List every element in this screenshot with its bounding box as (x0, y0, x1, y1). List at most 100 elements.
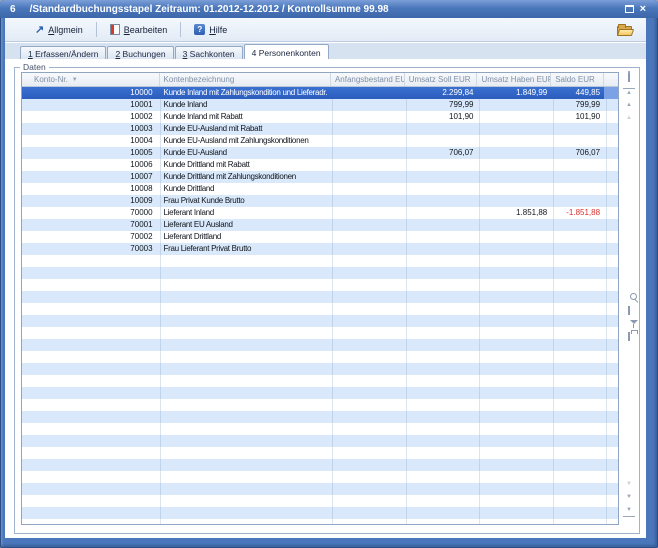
cell-anfangsbestand (331, 207, 405, 219)
cell-saldo (551, 219, 604, 231)
grid-window-icon (628, 71, 630, 82)
print-icon (628, 332, 630, 341)
scroll-prev-page-button[interactable]: ▲ (623, 114, 635, 125)
cell-umsatz-soll (405, 231, 478, 243)
column-header-kontenbezeichnung[interactable]: Kontenbezeichnung (160, 73, 331, 86)
column-header-saldo[interactable]: Saldo EUR (551, 73, 604, 86)
cell-filler (604, 99, 618, 111)
hilfe-label: Hilfe (209, 25, 227, 35)
cell-anfangsbestand (331, 243, 405, 255)
table-row[interactable]: 10005Kunde EU-Ausland 706,07 706,07 (22, 147, 618, 159)
cell-filler (604, 231, 618, 243)
restore-icon[interactable] (625, 5, 634, 13)
cell-umsatz-haben (477, 135, 551, 147)
app-window: 6 /Standardbuchungsstapel Zeitraum: 01.2… (0, 0, 658, 548)
toolbar-separator (180, 22, 181, 37)
cell-umsatz-haben (477, 123, 551, 135)
cell-saldo (551, 159, 604, 171)
allgemein-label: Allgmein (48, 25, 83, 35)
table-row[interactable]: 10007Kunde Drittland mit Zahlungskonditi… (22, 171, 618, 183)
cell-anfangsbestand (331, 123, 405, 135)
cell-umsatz-soll (405, 159, 478, 171)
table-row[interactable]: 10000Kunde Inland mit Zahlungskondition … (22, 87, 618, 99)
sort-desc-icon[interactable]: ▼ (72, 77, 78, 83)
tab-personenkonten[interactable]: 4 Personenkonten (244, 44, 329, 59)
table-row[interactable]: 10009Frau Privat Kunde Brutto (22, 195, 618, 207)
groupbox-label: Daten (20, 62, 49, 72)
table-view-button[interactable] (623, 306, 635, 317)
cell-konto-nr: 70001 (22, 219, 160, 231)
scroll-next-page-button[interactable]: ▼ (623, 480, 635, 491)
table-row[interactable]: 70003Frau Lieferant Privat Brutto (22, 243, 618, 255)
cell-filler (604, 159, 618, 171)
cell-umsatz-soll: 706,07 (405, 147, 478, 159)
print-button[interactable] (623, 332, 635, 343)
cell-anfangsbestand (331, 135, 405, 147)
cell-kontenbezeichnung: Kunde EU-Ausland (160, 147, 331, 159)
table-row[interactable]: 10001Kunde Inland799,99799,99 (22, 99, 618, 111)
table-header: Konto-Nr. ▼ Kontenbezeichnung Anfangsbes… (22, 73, 618, 87)
cell-umsatz-haben (477, 195, 551, 207)
cell-saldo: -1.851,88 (551, 207, 604, 219)
filter-button[interactable] (623, 319, 635, 330)
cell-anfangsbestand (331, 87, 405, 99)
table-row[interactable]: 10008Kunde Drittland (22, 183, 618, 195)
cell-filler (604, 207, 618, 219)
cell-saldo (551, 231, 604, 243)
cell-saldo (551, 243, 604, 255)
search-button[interactable] (623, 293, 635, 304)
tab-buchungen[interactable]: 2 Buchungen (107, 46, 173, 59)
tab-erfassen-aendern[interactable]: 1 Erfassen/Ändern (20, 46, 106, 59)
cell-konto-nr: 10005 (22, 147, 160, 159)
title-bar: 6 /Standardbuchungsstapel Zeitraum: 01.2… (0, 0, 658, 18)
scroll-next-button[interactable]: ▼ (623, 493, 635, 504)
column-header-anfangsbestand[interactable]: Anfangsbestand EUR (331, 73, 405, 86)
table-row[interactable]: 70002Lieferant Drittland (22, 231, 618, 243)
cell-umsatz-soll (405, 219, 478, 231)
column-header-konto-nr[interactable]: Konto-Nr. ▼ (22, 73, 160, 86)
tab-strip: 1 Erfassen/Ändern 2 Buchungen 3 Sachkont… (5, 43, 646, 59)
table-row[interactable]: 70000Lieferant Inland1.851,88-1.851,88 (22, 207, 618, 219)
cell-konto-nr: 10003 (22, 123, 160, 135)
cell-kontenbezeichnung: Kunde Drittland mit Rabatt (160, 159, 331, 171)
cell-umsatz-haben (477, 243, 551, 255)
cell-anfangsbestand (331, 231, 405, 243)
cell-umsatz-soll (405, 207, 478, 219)
cell-filler (604, 111, 618, 123)
hilfe-button[interactable]: ? Hilfe (188, 22, 233, 37)
cell-saldo: 706,07 (551, 147, 604, 159)
allgemein-button[interactable]: ↗ Allgmein (29, 23, 89, 37)
cell-kontenbezeichnung: Kunde Inland mit Rabatt (160, 111, 331, 123)
cell-filler (604, 135, 618, 147)
column-chooser-button[interactable] (623, 73, 635, 84)
table-row[interactable]: 10004Kunde EU-Ausland mit Zahlungskondit… (22, 135, 618, 147)
folder-icon[interactable] (617, 24, 634, 36)
scroll-first-button[interactable]: ▲ (623, 88, 635, 99)
tab-sachkonten[interactable]: 3 Sachkonten (175, 46, 243, 59)
cell-kontenbezeichnung: Kunde EU-Ausland mit Zahlungskonditionen (160, 135, 331, 147)
cell-umsatz-haben (477, 99, 551, 111)
cell-umsatz-soll: 799,99 (405, 99, 478, 111)
toolbar: ↗ Allgmein Bearbeiten ? Hilfe (5, 18, 646, 42)
cell-kontenbezeichnung: Lieferant Inland (160, 207, 331, 219)
cell-anfangsbestand (331, 195, 405, 207)
cell-kontenbezeichnung: Lieferant EU Ausland (160, 219, 331, 231)
close-icon[interactable]: × (640, 3, 646, 15)
bearbeiten-button[interactable]: Bearbeiten (104, 22, 174, 37)
table-row[interactable]: 70001Lieferant EU Ausland (22, 219, 618, 231)
column-header-umsatz-haben[interactable]: Umsatz Haben EUR (477, 73, 551, 86)
table-row[interactable]: 10003Kunde EU-Ausland mit Rabatt (22, 123, 618, 135)
scroll-prev-button[interactable]: ▲ (623, 101, 635, 112)
table-row[interactable]: 10006Kunde Drittland mit Rabatt (22, 159, 618, 171)
columns-button[interactable] (623, 280, 635, 291)
cell-umsatz-soll (405, 183, 478, 195)
cell-filler (604, 183, 618, 195)
cell-umsatz-haben (477, 147, 551, 159)
cell-saldo: 101,90 (551, 111, 604, 123)
column-header-umsatz-soll[interactable]: Umsatz Soll EUR (405, 73, 478, 86)
daten-groupbox: Daten Konto-Nr. ▼ Kontenbezeichnung Anfa… (14, 67, 640, 534)
scroll-last-button[interactable]: ▼ (623, 506, 635, 517)
cell-filler (604, 171, 618, 183)
cell-anfangsbestand (331, 111, 405, 123)
table-row[interactable]: 10002Kunde Inland mit Rabatt101,90101,90 (22, 111, 618, 123)
